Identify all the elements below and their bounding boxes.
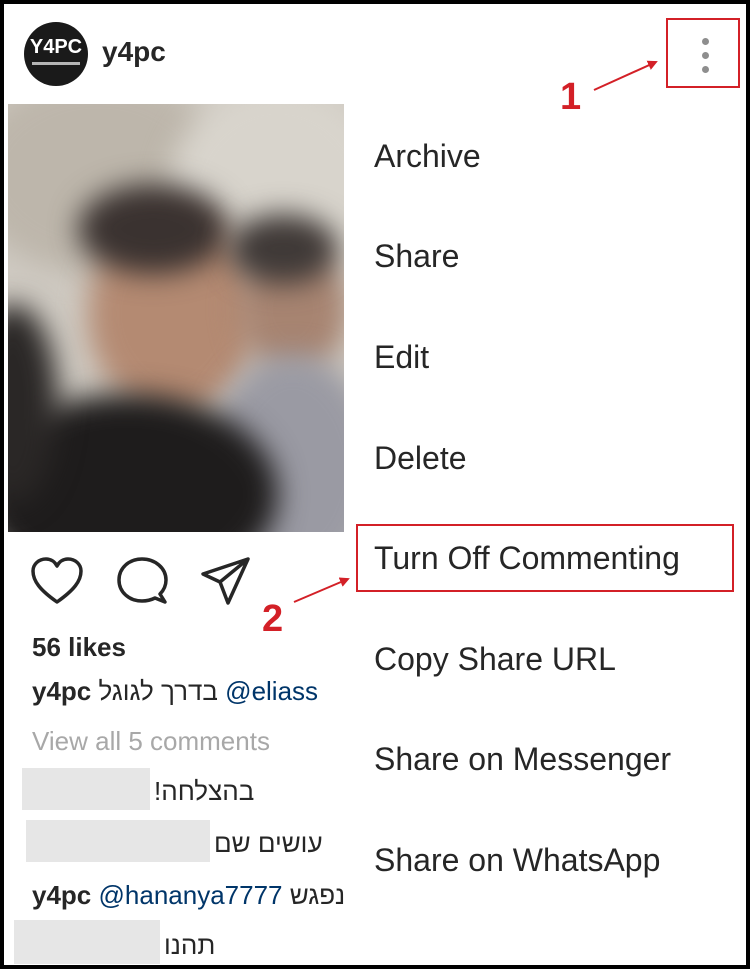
- annotation-arrows: [293, 60, 658, 603]
- arrow-to-turn-off-commenting: [293, 577, 350, 603]
- step-1-label: 1: [560, 76, 582, 118]
- screenshot-frame: Y4PC y4pc 56 likes y4pc בדרך לגוגל @elia…: [0, 0, 750, 969]
- arrow-to-more-button: [593, 60, 658, 91]
- step-2-label: 2: [262, 598, 284, 640]
